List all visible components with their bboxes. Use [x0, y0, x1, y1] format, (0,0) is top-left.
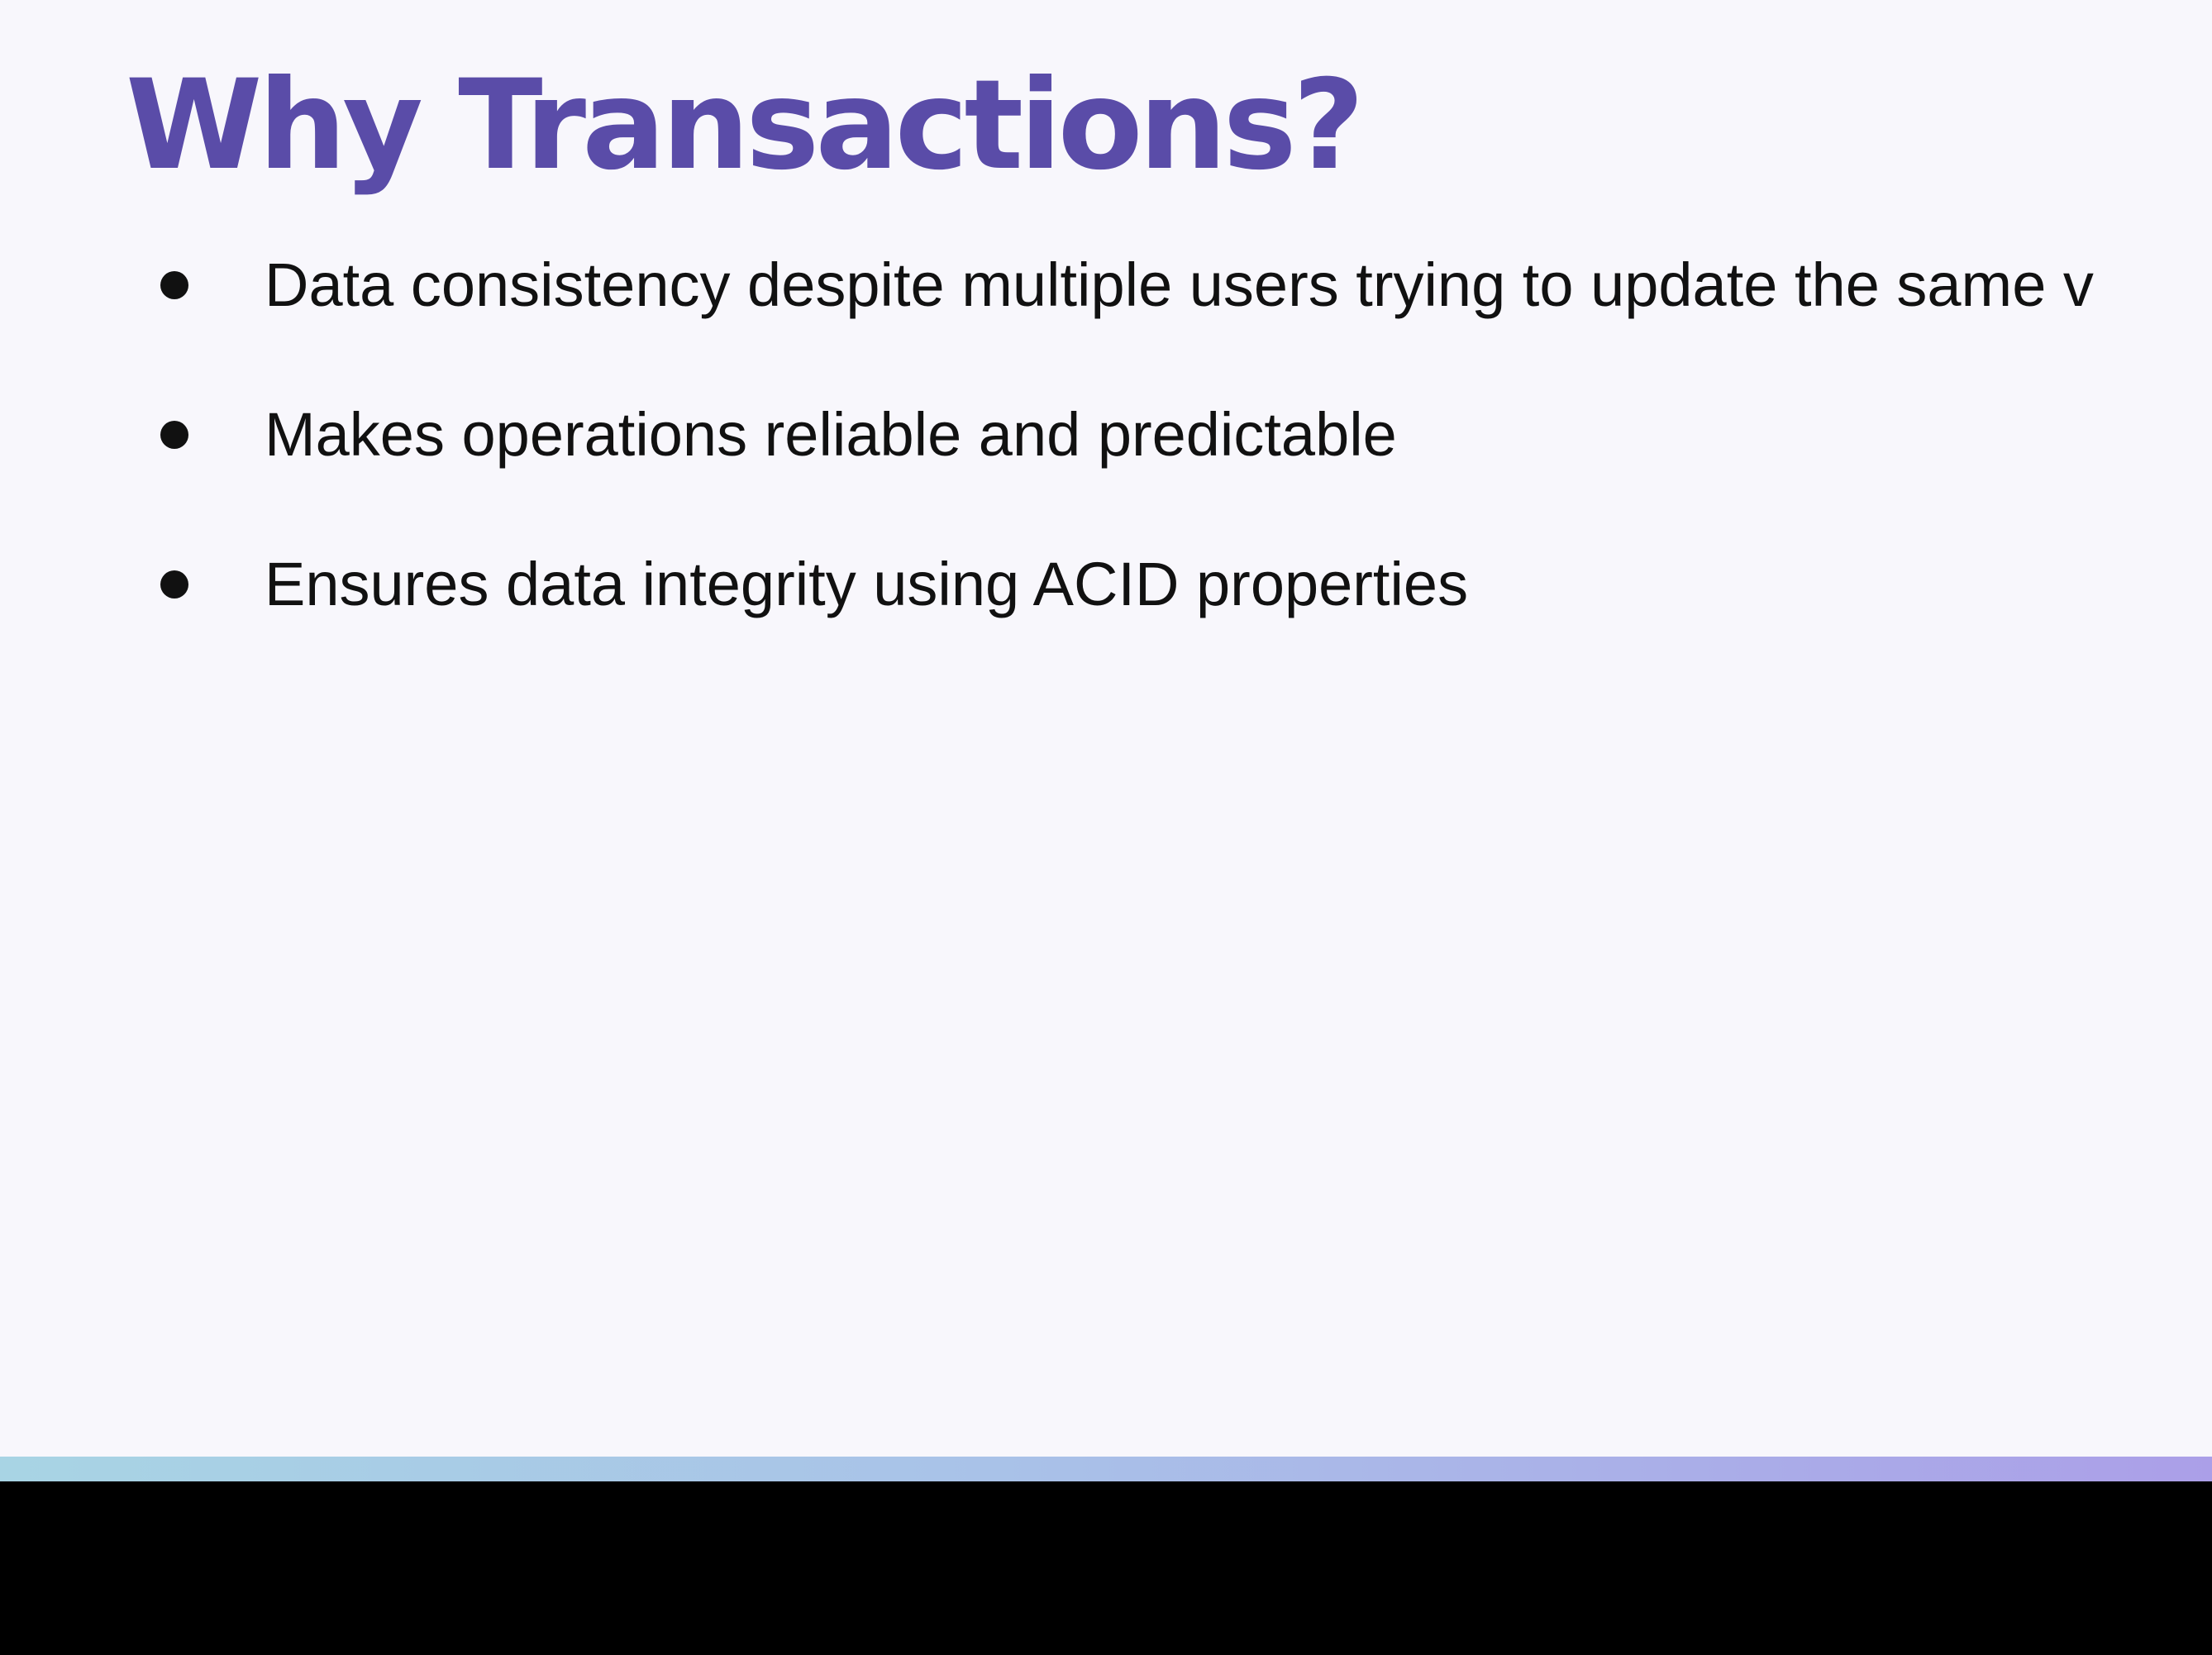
presentation-slide: Why Transactions? Data consistency despi… — [0, 0, 2212, 1457]
bullet-dot-icon — [160, 421, 188, 449]
bullet-dot-icon — [160, 570, 188, 599]
slide-title: Why Transactions? — [126, 54, 1365, 198]
slide-accent-bar — [0, 1457, 2212, 1481]
bullet-text: Makes operations reliable and predictabl… — [265, 400, 1397, 469]
bullet-text: Data consistency despite multiple users … — [265, 250, 2094, 319]
bullet-dot-icon — [160, 271, 188, 299]
bottom-black-band — [0, 1481, 2212, 1655]
bullet-text: Ensures data integrity using ACID proper… — [265, 550, 1469, 618]
